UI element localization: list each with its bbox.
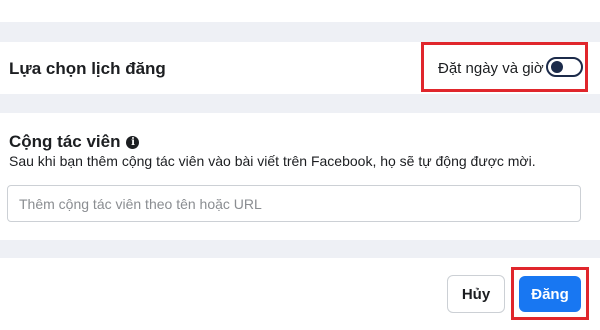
collaborator-search-input[interactable] (7, 185, 581, 222)
submit-button-highlight: Đăng (511, 267, 589, 320)
info-icon[interactable]: i (126, 135, 140, 149)
toggle-knob (551, 61, 563, 73)
collaborators-section: Cộng tác viên i Sau khi bạn thêm cộng tá… (0, 113, 600, 240)
previous-section-card (0, 0, 600, 22)
collaborators-title: Cộng tác viên (9, 132, 121, 151)
schedule-date-time-toggle[interactable] (546, 57, 583, 77)
cancel-button[interactable]: Hủy (447, 275, 505, 313)
post-button[interactable]: Đăng (519, 276, 581, 312)
collaborators-title-row: Cộng tác viên i (9, 132, 140, 152)
collaborators-description: Sau khi bạn thêm cộng tác viên vào bài v… (9, 153, 536, 169)
schedule-title: Lựa chọn lịch đăng (9, 59, 166, 78)
dialog-footer: Hủy Đăng (0, 258, 600, 330)
schedule-date-time-label: Đặt ngày và giờ (438, 60, 544, 77)
schedule-date-time-option: Đặt ngày và giờ (421, 42, 588, 92)
